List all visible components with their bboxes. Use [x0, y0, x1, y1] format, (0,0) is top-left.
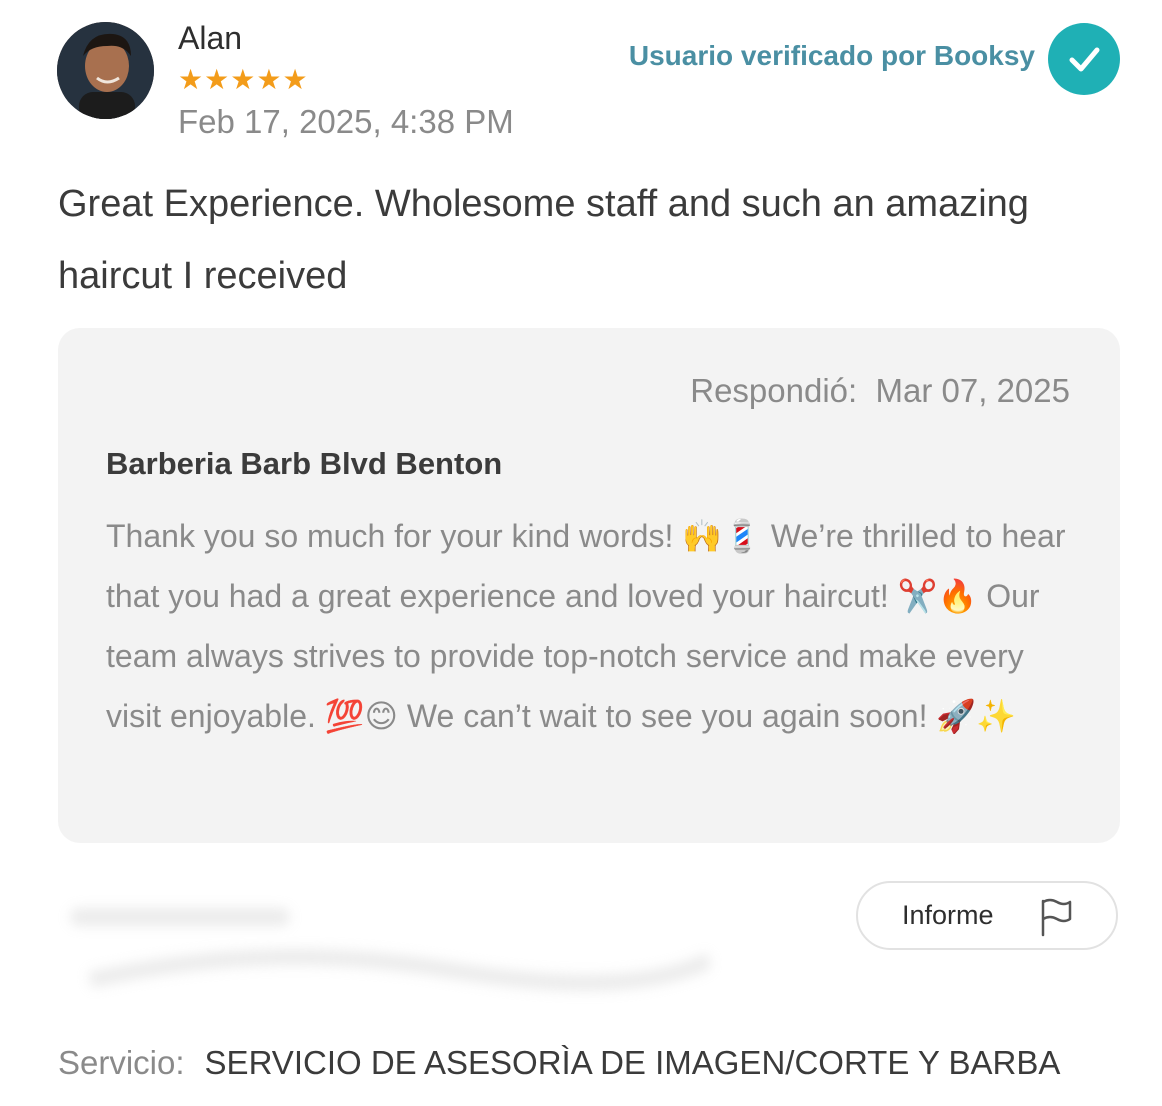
check-icon	[1048, 23, 1120, 95]
avatar[interactable]	[57, 22, 154, 119]
reply-text: Thank you so much for your kind words! 🙌…	[106, 518, 1066, 734]
star-icon: ★	[256, 64, 282, 95]
business-reply: Respondió: Mar 07, 2025 Barberia Barb Bl…	[58, 328, 1120, 843]
service-value: SERVICIO DE ASESORÌA DE IMAGEN/CORTE Y B…	[204, 1044, 1061, 1081]
service-row: Servicio: SERVICIO DE ASESORÌA DE IMAGEN/…	[58, 1044, 1060, 1082]
reviewer-name: Alan	[178, 20, 243, 56]
star-icon: ★	[282, 64, 308, 95]
review-date: Feb 17, 2025, 4:38 PM	[178, 103, 514, 140]
blurred-content	[70, 908, 710, 991]
rating-stars: ★ ★ ★ ★ ★	[178, 64, 308, 96]
star-icon: ★	[178, 64, 204, 95]
star-icon: ★	[204, 64, 230, 95]
star-icon: ★	[230, 64, 256, 95]
report-label: Informe	[902, 900, 994, 930]
business-name: Barberia Barb Blvd Benton	[106, 446, 503, 481]
review-text: Great Experience. Wholesome staff and su…	[58, 183, 1029, 297]
service-label: Servicio:	[58, 1044, 185, 1081]
reply-date: Respondió: Mar 07, 2025	[690, 372, 1070, 410]
flag-icon	[1038, 897, 1074, 944]
verified-label: Usuario verificado por Booksy	[628, 40, 1035, 71]
report-button[interactable]: Informe	[856, 881, 1118, 950]
reply-date-value: Mar 07, 2025	[875, 372, 1070, 409]
reply-date-label: Respondió:	[690, 372, 858, 409]
